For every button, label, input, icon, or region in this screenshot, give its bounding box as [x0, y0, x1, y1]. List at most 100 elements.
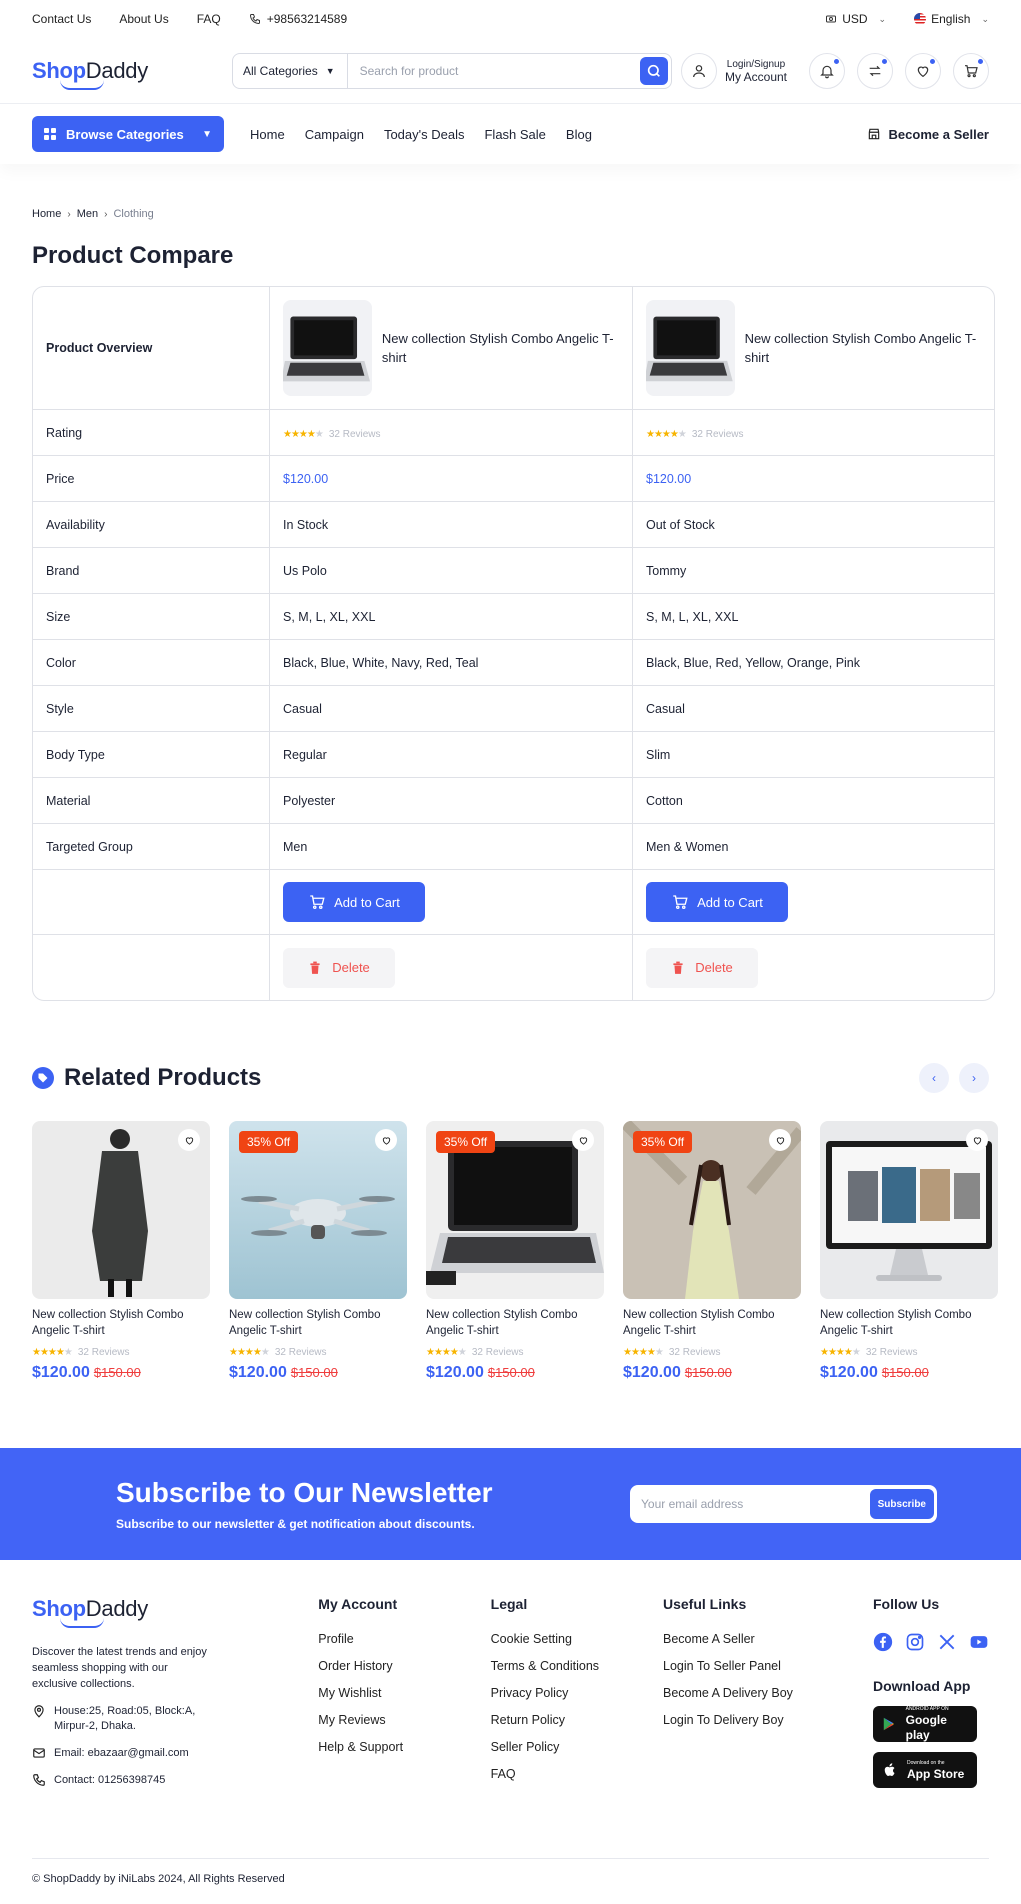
wishlist-heart-button[interactable] — [966, 1129, 988, 1151]
cart-button[interactable] — [953, 52, 989, 89]
about-us-link[interactable]: About Us — [119, 12, 168, 26]
x-twitter-icon[interactable] — [937, 1632, 957, 1652]
breadcrumb-home[interactable]: Home — [32, 208, 61, 220]
contact-us-link[interactable]: Contact Us — [32, 12, 91, 26]
product-name[interactable]: New collection Stylish Combo Angelic T-s… — [382, 329, 619, 367]
newsletter-email-input[interactable] — [633, 1497, 870, 1511]
faq-link[interactable]: FAQ — [197, 12, 221, 26]
search-icon — [647, 64, 660, 77]
nav-flash-sale[interactable]: Flash Sale — [484, 127, 545, 142]
discount-badge: 35% Off — [239, 1131, 299, 1153]
footer-link-seller-panel[interactable]: Login To Seller Panel — [663, 1659, 873, 1673]
nav-todays-deals[interactable]: Today's Deals — [384, 127, 465, 142]
search-bar: All Categories ▼ — [232, 52, 672, 89]
footer-link-profile[interactable]: Profile — [318, 1632, 490, 1646]
footer-link-terms[interactable]: Terms & Conditions — [491, 1659, 663, 1673]
breadcrumb-men[interactable]: Men — [77, 208, 98, 220]
phone-link[interactable]: +98563214589 — [249, 12, 347, 26]
compare-row-rating: Rating ★★★★★ 32 Reviews ★★★★★ 32 Reviews — [33, 410, 994, 456]
footer-email-text[interactable]: Email: ebazaar@gmail.com — [54, 1746, 189, 1761]
product-name[interactable]: New collection Stylish Combo Angelic T-s… — [820, 1307, 998, 1339]
become-seller-label: Become a Seller — [888, 126, 989, 142]
product-card[interactable]: 35% Off New collection Stylish Combo Ang… — [426, 1121, 604, 1382]
product-image[interactable] — [820, 1121, 998, 1299]
product-card[interactable]: New collection Stylish Combo Angelic T-s… — [820, 1121, 998, 1382]
wishlist-heart-button[interactable] — [769, 1129, 791, 1151]
youtube-icon[interactable] — [969, 1632, 989, 1652]
compare-button[interactable] — [857, 52, 893, 89]
become-seller-link[interactable]: Become a Seller — [867, 127, 989, 142]
site-footer: ShopDaddy Discover the latest trends and… — [0, 1560, 1021, 1798]
google-play-button[interactable]: ANDROID APP ON Google play — [873, 1706, 977, 1742]
compare-row-color: Color Black, Blue, White, Navy, Red, Tea… — [33, 640, 994, 686]
browse-categories-button[interactable]: Browse Categories ▼ — [32, 116, 224, 152]
nav-blog[interactable]: Blog — [566, 127, 592, 142]
nav-home[interactable]: Home — [250, 127, 285, 142]
product-image[interactable] — [32, 1121, 210, 1299]
product-name[interactable]: New collection Stylish Combo Angelic T-s… — [426, 1307, 604, 1339]
product-thumbnail[interactable] — [646, 300, 735, 396]
footer-link-reviews[interactable]: My Reviews — [318, 1713, 490, 1727]
add-to-cart-button[interactable]: Add to Cart — [646, 882, 788, 922]
notification-button[interactable] — [809, 52, 845, 89]
row-label: Targeted Group — [33, 824, 270, 870]
facebook-icon[interactable] — [873, 1632, 893, 1652]
footer-link-cookie[interactable]: Cookie Setting — [491, 1632, 663, 1646]
product-thumbnail[interactable] — [283, 300, 372, 396]
heart-icon — [776, 1136, 784, 1145]
footer-link-faq[interactable]: FAQ — [491, 1767, 663, 1781]
wishlist-heart-button[interactable] — [375, 1129, 397, 1151]
product-card[interactable]: New collection Stylish Combo Angelic T-s… — [32, 1121, 210, 1382]
footer-link-order-history[interactable]: Order History — [318, 1659, 490, 1673]
chevron-right-icon: › — [67, 208, 71, 220]
footer-link-help[interactable]: Help & Support — [318, 1740, 490, 1754]
footer-link-return[interactable]: Return Policy — [491, 1713, 663, 1727]
product-name[interactable]: New collection Stylish Combo Angelic T-s… — [229, 1307, 407, 1339]
nav-campaign[interactable]: Campaign — [305, 127, 364, 142]
footer-link-wishlist[interactable]: My Wishlist — [318, 1686, 490, 1700]
delete-button[interactable]: Delete — [283, 947, 395, 988]
delete-button[interactable]: Delete — [646, 947, 758, 988]
footer-link-privacy[interactable]: Privacy Policy — [491, 1686, 663, 1700]
wishlist-button[interactable] — [905, 52, 941, 89]
product-name[interactable]: New collection Stylish Combo Angelic T-s… — [623, 1307, 801, 1339]
footer-link-seller-policy[interactable]: Seller Policy — [491, 1740, 663, 1754]
page-title: Product Compare — [32, 242, 234, 269]
footer-link-become-seller[interactable]: Become A Seller — [663, 1632, 873, 1646]
category-select[interactable]: All Categories ▼ — [243, 53, 348, 88]
product-card[interactable]: 35% Off New collection Stylish Combo Ang… — [623, 1121, 801, 1382]
carousel-prev-button[interactable]: ‹ — [919, 1063, 949, 1093]
product-image[interactable]: 35% Off — [623, 1121, 801, 1299]
wishlist-heart-button[interactable] — [572, 1129, 594, 1151]
app-store-button[interactable]: Download on the App Store — [873, 1752, 977, 1788]
carousel-next-button[interactable]: › — [959, 1063, 989, 1093]
account-login-label: Login/Signup — [726, 58, 786, 70]
add-to-cart-button[interactable]: Add to Cart — [283, 882, 425, 922]
wishlist-heart-button[interactable] — [178, 1129, 200, 1151]
site-logo[interactable]: ShopDaddy — [32, 58, 200, 90]
product-card[interactable]: 35% Off New collection Stylish Combo Ang… — [229, 1121, 407, 1382]
search-button[interactable] — [640, 56, 668, 85]
subscribe-button[interactable]: Subscribe — [869, 1489, 934, 1519]
footer-about-text: Discover the latest trends and enjoy sea… — [32, 1646, 207, 1690]
footer-contact-text[interactable]: Contact: 01256398745 — [54, 1773, 165, 1788]
language-selector[interactable]: English ⌄ — [914, 12, 989, 26]
product-price: $120.00 — [820, 1364, 878, 1381]
product-name[interactable]: New collection Stylish Combo Angelic T-s… — [745, 329, 981, 367]
product-name[interactable]: New collection Stylish Combo Angelic T-s… — [32, 1307, 210, 1339]
footer-link-delivery-login[interactable]: Login To Delivery Boy — [663, 1713, 873, 1727]
trash-icon — [673, 961, 683, 974]
account-menu[interactable]: Login/Signup My Account — [680, 52, 787, 89]
bell-icon — [820, 65, 834, 78]
instagram-icon[interactable] — [905, 1632, 925, 1652]
product-image[interactable]: 35% Off — [229, 1121, 407, 1299]
review-count: 32 Reviews — [668, 1347, 721, 1358]
footer-link-delivery-boy[interactable]: Become A Delivery Boy — [663, 1686, 873, 1700]
product-image[interactable]: 35% Off — [426, 1121, 604, 1299]
value-cell: Black, Blue, Red, Yellow, Orange, Pink — [633, 640, 994, 686]
related-products-title: Related Products — [64, 1064, 262, 1091]
footer-logo[interactable]: ShopDaddy — [32, 1596, 200, 1628]
search-input[interactable] — [347, 63, 640, 78]
currency-selector[interactable]: USD ⌄ — [825, 12, 886, 26]
row-label: Size — [33, 594, 270, 640]
